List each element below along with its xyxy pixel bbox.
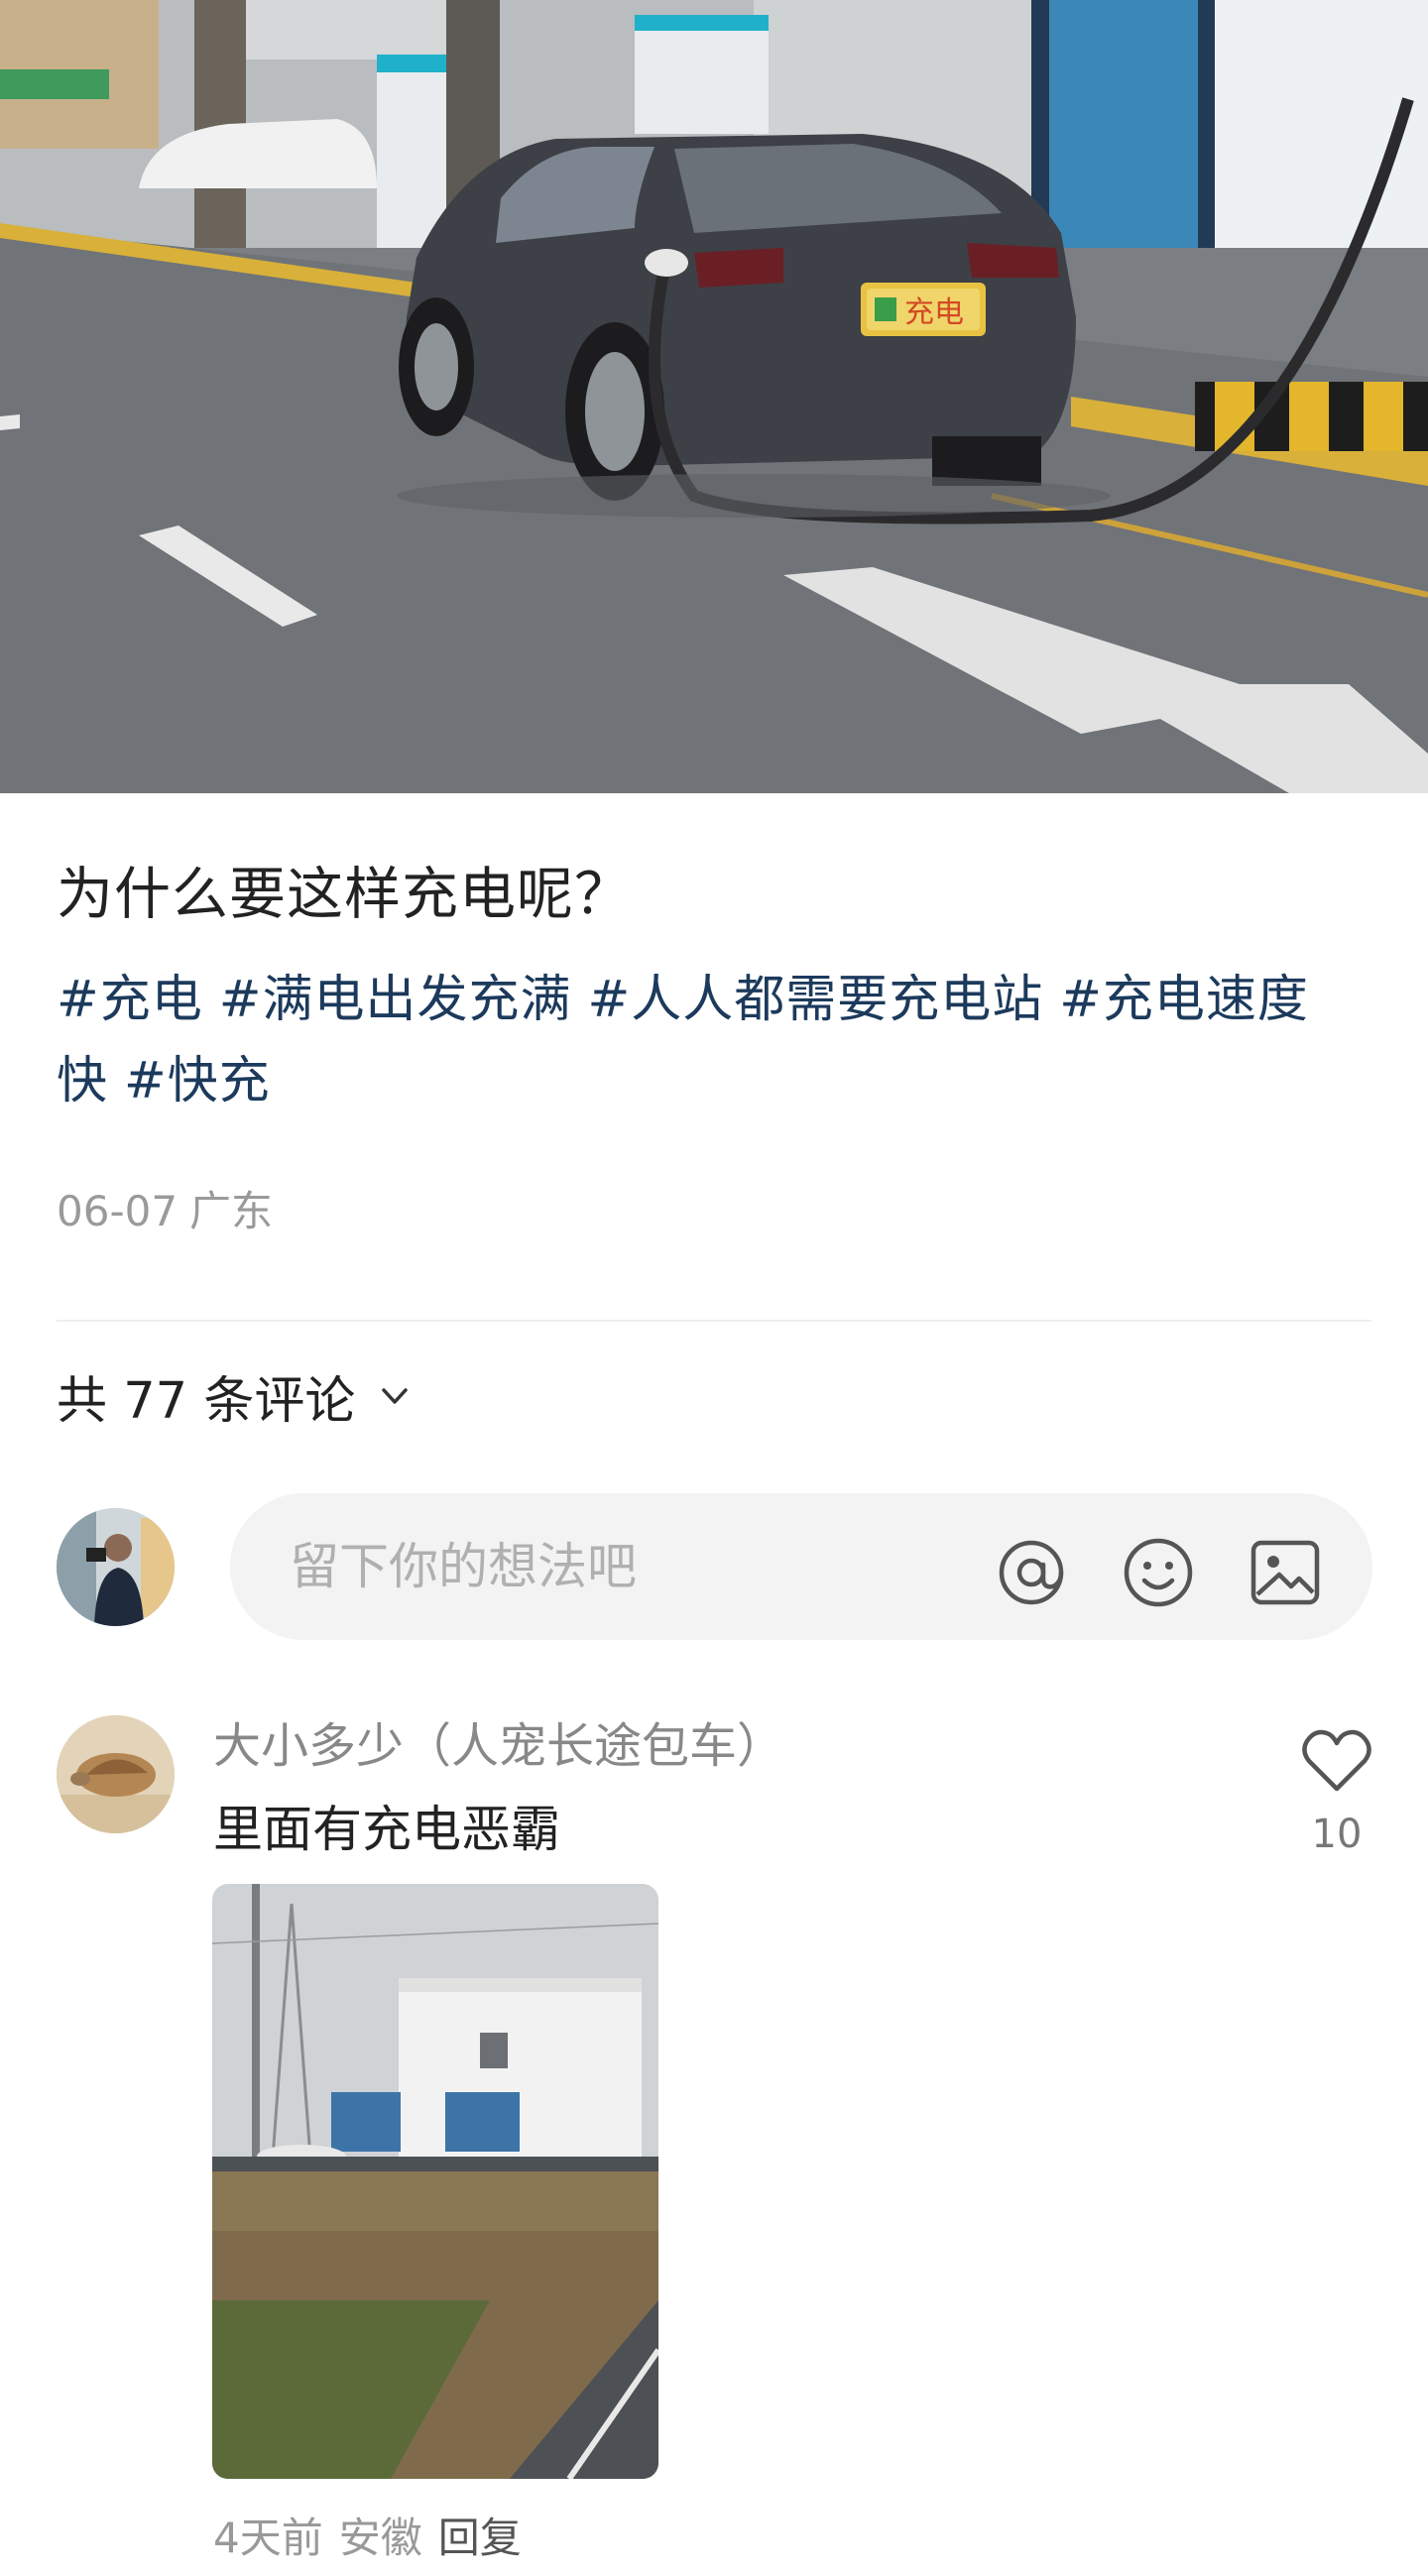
commenter-avatar[interactable] <box>57 1715 175 1833</box>
comment-location: 安徽 <box>338 2514 422 2562</box>
hashtag-link[interactable]: #充电 <box>57 971 203 1029</box>
comment-time: 4天前 <box>213 2514 323 2562</box>
post-location: 广东 <box>189 1187 274 1235</box>
hashtag-link[interactable]: #满电出发充满 <box>219 971 572 1029</box>
comment-placeholder[interactable]: 留下你的想法吧 <box>290 1537 637 1596</box>
post-meta: 06-07 广东 <box>57 1182 285 1241</box>
comment-username[interactable]: 大小多少（人宠长途包车） <box>213 1713 784 1779</box>
like-count: 10 <box>1311 1812 1363 1857</box>
divider <box>57 1320 1371 1322</box>
comment-count-label: 共 77 条评论 <box>57 1372 356 1431</box>
post-title: 为什么要这样充电呢？ <box>57 862 632 927</box>
hashtag-link[interactable]: #人人都需要充电站 <box>587 971 1043 1029</box>
plate-text: 充电 <box>904 295 964 330</box>
post-photo[interactable]: 充电 <box>0 0 1428 793</box>
chevron-down-icon <box>382 1388 409 1404</box>
comment-composer[interactable]: 留下你的想法吧 <box>230 1493 1372 1640</box>
comment-text: 里面有充电恶霸 <box>213 1801 560 1858</box>
reply-button[interactable]: 回复 <box>438 2514 522 2562</box>
image-icon[interactable] <box>1248 1535 1323 1610</box>
tag-list: #充电 #满电出发充满 #人人都需要充电站 #充电速度快 #快充 <box>57 960 1375 1122</box>
heart-icon[interactable] <box>1299 1725 1374 1795</box>
post-date: 06-07 <box>57 1187 178 1235</box>
emoji-icon[interactable] <box>1121 1535 1196 1610</box>
comment-meta: 4天前 安徽 回复 <box>213 2509 537 2568</box>
my-avatar[interactable] <box>57 1508 175 1626</box>
comment-image[interactable] <box>212 1884 658 2479</box>
comment-sort-toggle[interactable]: 共 77 条评论 <box>57 1363 413 1431</box>
at-icon[interactable] <box>994 1535 1069 1610</box>
hashtag-link[interactable]: #快充 <box>124 1052 271 1111</box>
